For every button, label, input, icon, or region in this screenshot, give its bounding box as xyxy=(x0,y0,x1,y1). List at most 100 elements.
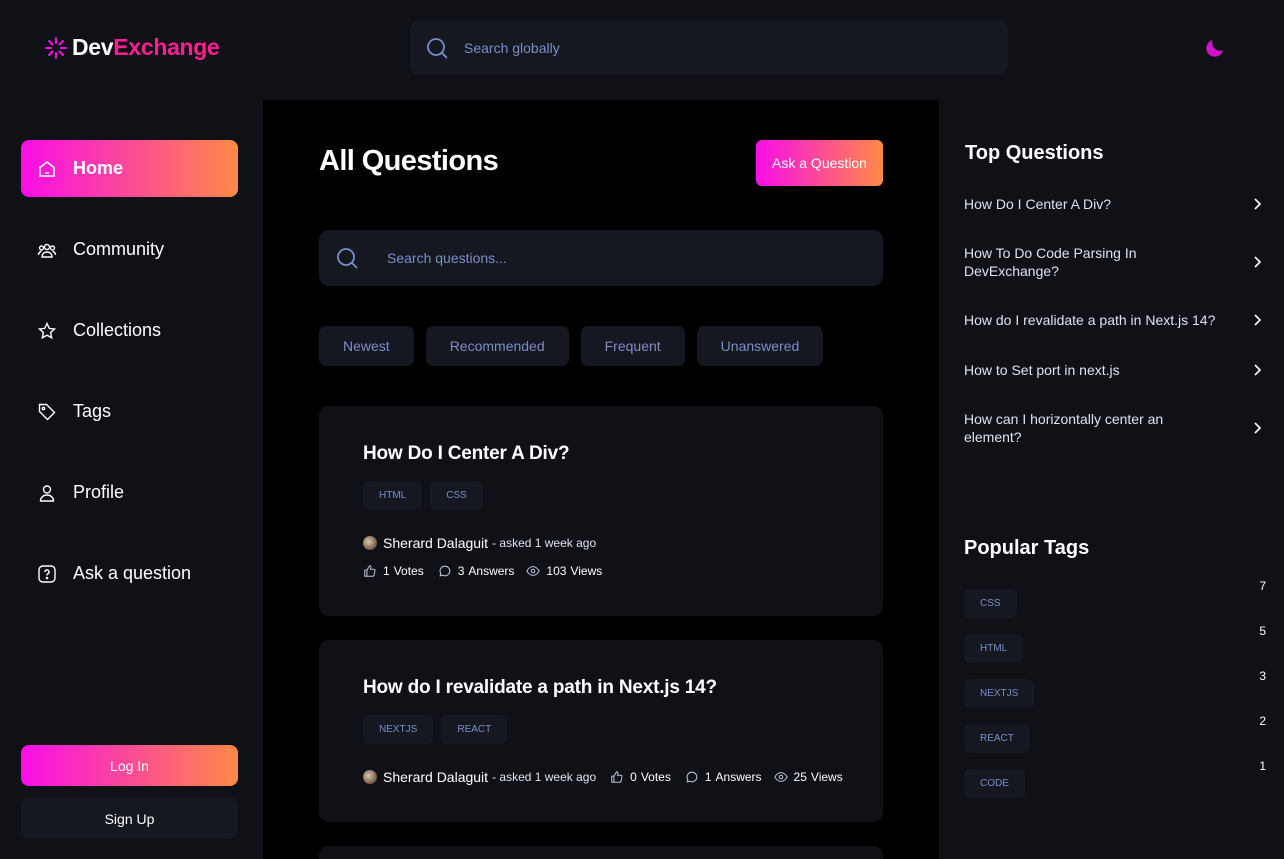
votes-label: Votes xyxy=(640,770,671,784)
views-label: Views xyxy=(810,770,843,784)
top-question-item[interactable]: How can I horizontally center an element… xyxy=(964,410,1264,446)
question-stats: 1 Votes 3 Answers 103 Views xyxy=(363,564,602,578)
tag-chip[interactable]: CODE xyxy=(964,769,1025,798)
asked-time: - asked 1 week ago xyxy=(492,536,597,550)
tag-chip[interactable]: REACT xyxy=(964,724,1030,753)
popular-tag-row: HTML 5 xyxy=(964,624,1266,663)
tag-chip[interactable]: CSS xyxy=(964,589,1017,618)
global-search[interactable] xyxy=(410,20,1008,75)
sidebar-item-label: Tags xyxy=(73,401,112,421)
logo-text-dev: Dev xyxy=(72,34,114,60)
tag-chip[interactable]: HTML xyxy=(363,481,423,510)
page-title: All Questions xyxy=(319,145,499,177)
tag-chip[interactable]: CSS xyxy=(430,481,483,510)
eye-icon xyxy=(773,772,788,782)
sidebar-item-label: Profile xyxy=(73,482,125,502)
question-title[interactable]: How Do I Center A Div? xyxy=(363,443,570,465)
top-questions-title: Top Questions xyxy=(965,142,1104,164)
sidebar-item-home[interactable]: Home xyxy=(21,140,238,197)
logo-icon xyxy=(45,36,67,59)
users-icon xyxy=(37,240,57,260)
moon-icon[interactable] xyxy=(1203,36,1227,60)
chevron-right-icon xyxy=(1254,364,1262,376)
answers-label: Answers xyxy=(715,770,762,784)
eye-icon xyxy=(526,566,541,576)
global-search-input[interactable] xyxy=(464,39,964,56)
logo-text-exchange: Exchange xyxy=(113,34,220,60)
search-icon xyxy=(337,248,358,269)
top-question-text: How To Do Code Parsing In DevExchange? xyxy=(964,245,1137,279)
answers-label: Answers xyxy=(468,564,515,578)
sidebar-item-community[interactable]: Community xyxy=(21,221,238,278)
views-stat: 25 Views xyxy=(773,770,843,784)
tag-chip[interactable]: NEXTJS xyxy=(964,679,1035,708)
filter-recommended[interactable]: Recommended xyxy=(425,326,569,366)
top-question-item[interactable]: How Do I Center A Div? xyxy=(964,195,1264,213)
views-stat: 103 Views xyxy=(526,564,602,578)
asked-time: - asked 1 week ago xyxy=(492,770,597,784)
user-icon xyxy=(37,483,57,503)
like-icon xyxy=(611,771,623,783)
login-button[interactable]: Log In xyxy=(21,745,238,786)
sidebar-item-label: Home xyxy=(73,158,124,178)
question-card xyxy=(319,846,883,859)
sidebar-item-label: Ask a question xyxy=(73,563,192,583)
tag-count: 7 xyxy=(1259,579,1266,593)
votes-count: 0 xyxy=(630,770,637,784)
chevron-right-icon xyxy=(1254,422,1262,434)
question-author-line: Sherard Dalaguit - asked 1 week ago xyxy=(363,535,596,551)
search-icon xyxy=(427,37,448,59)
popular-tags-title: Popular Tags xyxy=(964,537,1090,559)
author-name[interactable]: Sherard Dalaguit xyxy=(383,535,488,551)
views-count: 25 xyxy=(793,770,807,784)
tag-count: 3 xyxy=(1259,669,1266,683)
ask-question-button[interactable]: Ask a Question xyxy=(756,140,883,186)
filter-unanswered[interactable]: Unanswered xyxy=(696,326,824,366)
top-bar: DevExchange xyxy=(0,0,1284,100)
top-question-item[interactable]: How to Set port in next.js xyxy=(964,361,1264,379)
question-title[interactable]: How do I revalidate a path in Next.js 14… xyxy=(363,677,717,699)
tag-icon xyxy=(37,402,57,422)
chevron-right-icon xyxy=(1254,256,1262,268)
question-search[interactable] xyxy=(319,230,883,286)
sidebar-item-collections[interactable]: Collections xyxy=(21,302,238,359)
author-name[interactable]: Sherard Dalaguit xyxy=(383,769,488,785)
answers-count: 3 xyxy=(457,564,465,578)
top-question-item[interactable]: How To Do Code Parsing In DevExchange? xyxy=(964,244,1264,280)
votes-count: 1 xyxy=(383,564,390,578)
filter-newest[interactable]: Newest xyxy=(319,326,414,366)
sidebar-item-ask-question[interactable]: Ask a question xyxy=(21,545,238,602)
votes-stat: 0 Votes xyxy=(610,770,671,784)
views-label: Views xyxy=(570,564,603,578)
top-question-text: How to Set port in next.js xyxy=(964,362,1120,378)
sidebar-item-label: Collections xyxy=(73,320,162,340)
tag-chip[interactable]: REACT xyxy=(441,715,508,744)
sidebar-item-profile[interactable]: Profile xyxy=(21,464,238,521)
tag-chip[interactable]: NEXTJS xyxy=(363,715,434,744)
home-icon xyxy=(37,159,57,179)
votes-stat: 1 Votes xyxy=(363,564,424,578)
question-search-input[interactable] xyxy=(387,250,847,266)
like-icon xyxy=(364,565,376,577)
filter-frequent[interactable]: Frequent xyxy=(580,326,685,366)
top-question-text: How Do I Center A Div? xyxy=(964,196,1112,212)
answers-count: 1 xyxy=(704,770,712,784)
tag-chip[interactable]: HTML xyxy=(964,634,1024,663)
filter-bar: Newest Recommended Frequent Unanswered xyxy=(319,326,824,366)
popular-tag-row: CODE 1 xyxy=(964,759,1266,798)
votes-label: Votes xyxy=(393,564,424,578)
top-question-item[interactable]: How do I revalidate a path in Next.js 14… xyxy=(964,311,1264,329)
question-meta: Sherard Dalaguit - asked 1 week ago 0 Vo… xyxy=(363,769,843,785)
question-tags: NEXTJS REACT xyxy=(363,715,508,744)
sidebar-item-tags[interactable]: Tags xyxy=(21,383,238,440)
logo[interactable]: DevExchange xyxy=(44,34,220,61)
signup-button[interactable]: Sign Up xyxy=(21,798,238,839)
avatar[interactable] xyxy=(363,536,377,550)
left-sidebar: Home Community Collections Tags Profile … xyxy=(0,100,263,859)
chevron-right-icon xyxy=(1254,314,1262,326)
answers-stat: 1 Answers xyxy=(685,770,762,784)
top-question-text: How do I revalidate a path in Next.js 14… xyxy=(964,312,1216,328)
top-question-text: How can I horizontally center an element… xyxy=(964,411,1164,445)
avatar[interactable] xyxy=(363,770,377,784)
message-icon xyxy=(439,565,450,577)
